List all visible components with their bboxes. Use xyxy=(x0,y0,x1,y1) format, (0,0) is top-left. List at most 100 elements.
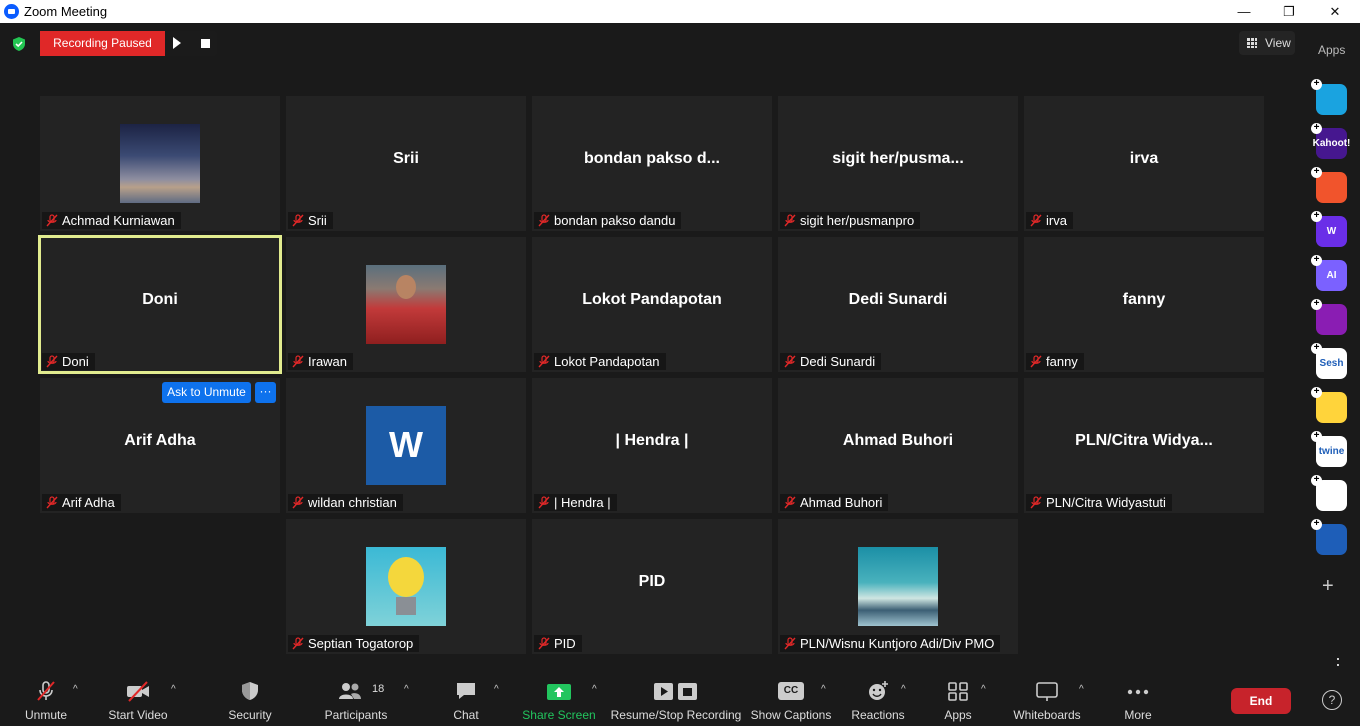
participant-tile[interactable]: Irawan xyxy=(286,237,526,372)
add-app-plus-icon: + xyxy=(1311,211,1322,222)
participant-tile[interactable]: irva irva xyxy=(1024,96,1264,231)
unmute-button[interactable]: Unmute xyxy=(16,670,76,726)
participant-tile[interactable]: Lokot Pandapotan Lokot Pandapotan xyxy=(532,237,772,372)
app-icon-text: Kahoot! xyxy=(1312,138,1351,149)
stop-recording-icon[interactable] xyxy=(201,39,210,48)
participant-display-name: | Hendra | xyxy=(615,432,689,449)
whiteboards-options-caret-icon[interactable]: ^ xyxy=(1079,684,1084,695)
ai-app-icon[interactable]: + AI xyxy=(1311,255,1347,291)
apps-options-caret-icon[interactable]: ^ xyxy=(981,684,986,695)
participant-avatar xyxy=(120,124,200,203)
app-icon-text: twine xyxy=(1318,446,1345,457)
participant-tile[interactable]: Achmad Kurniawan xyxy=(40,96,280,231)
more-label: More xyxy=(1124,708,1152,722)
share-screen-label: Share Screen xyxy=(522,708,596,722)
participant-name-label: PLN/Citra Widyastuti xyxy=(1026,494,1172,511)
maximize-button[interactable]: ❐ xyxy=(1266,0,1312,23)
participant-name-label: Arif Adha xyxy=(42,494,121,511)
participant-tile[interactable]: PLN/Citra Widya... PLN/Citra Widyastuti xyxy=(1024,378,1264,513)
apps-button[interactable]: Apps xyxy=(936,670,980,726)
end-meeting-button[interactable]: End xyxy=(1231,688,1291,714)
kahoot-app-icon[interactable]: + Kahoot! xyxy=(1311,123,1350,159)
whiteboards-button[interactable]: Whiteboards xyxy=(1008,670,1086,726)
muted-mic-icon xyxy=(784,355,796,368)
participant-tile[interactable]: PID PID xyxy=(532,519,772,654)
participant-tile[interactable]: bondan pakso d... bondan pakso dandu xyxy=(532,96,772,231)
security-label: Security xyxy=(228,708,272,722)
participant-tile[interactable]: Septian Togatorop xyxy=(286,519,526,654)
muted-mic-icon xyxy=(538,355,550,368)
resume-stop-recording-button[interactable]: Resume/Stop Recording xyxy=(610,670,742,726)
video-options-caret-icon[interactable]: ^ xyxy=(171,684,176,695)
muted-mic-icon xyxy=(292,355,304,368)
participant-display-name: bondan pakso d... xyxy=(583,150,720,167)
participant-tile[interactable]: Wwildan christian xyxy=(286,378,526,513)
participant-tile[interactable]: | Hendra | | Hendra | xyxy=(532,378,772,513)
sesh-app-icon[interactable]: + Sesh xyxy=(1311,343,1347,379)
participant-avatar: W xyxy=(366,406,446,485)
app-icon-tiles[interactable]: + xyxy=(1311,475,1347,511)
participant-tile[interactable]: Ahmad Buhori Ahmad Buhori xyxy=(778,378,1018,513)
participants-button[interactable]: 18 Participants xyxy=(322,670,390,726)
participant-tile[interactable]: Doni Doni xyxy=(38,235,282,374)
tile-more-button[interactable]: ··· xyxy=(255,382,276,403)
participants-options-caret-icon[interactable]: ^ xyxy=(404,684,409,695)
whiteboard-icon xyxy=(1036,682,1058,701)
app-icon-orange[interactable]: + xyxy=(1311,167,1347,203)
ask-to-unmute-button[interactable]: Ask to Unmute xyxy=(162,382,251,403)
participant-tile[interactable]: Srii Srii xyxy=(286,96,526,231)
share-options-caret-icon[interactable]: ^ xyxy=(592,684,597,695)
add-app-plus-icon: + xyxy=(1311,343,1322,354)
help-icon[interactable]: ? xyxy=(1322,690,1342,710)
muted-mic-icon xyxy=(46,496,58,509)
participant-tile[interactable]: fanny fanny xyxy=(1024,237,1264,372)
participant-tile[interactable]: sigit her/pusma... sigit her/pusmanpro xyxy=(778,96,1018,231)
muted-mic-icon xyxy=(1030,496,1042,509)
muted-mic-icon xyxy=(538,637,550,650)
show-captions-button[interactable]: CC Show Captions xyxy=(750,670,832,726)
resume-recording-icon[interactable] xyxy=(173,37,181,49)
participants-label: Participants xyxy=(324,708,388,722)
participant-tile[interactable]: PLN/Wisnu Kuntjoro Adi/Div PMO xyxy=(778,519,1018,654)
security-button[interactable]: Security xyxy=(222,670,278,726)
reactions-label: Reactions xyxy=(851,708,905,722)
app-icon-purple[interactable]: + xyxy=(1311,299,1347,335)
participant-name-label: Ahmad Buhori xyxy=(780,494,889,511)
participant-name-label: Achmad Kurniawan xyxy=(42,212,181,229)
muted-mic-icon xyxy=(538,496,550,509)
minimize-button[interactable]: — xyxy=(1221,0,1267,23)
security-shield-icon xyxy=(242,682,258,700)
twine-app-icon[interactable]: + twine xyxy=(1311,431,1347,467)
sync-app-icon[interactable]: + xyxy=(1311,519,1347,555)
captions-options-caret-icon[interactable]: ^ xyxy=(821,684,826,695)
close-button[interactable]: ✕ xyxy=(1312,0,1358,23)
chat-options-caret-icon[interactable]: ^ xyxy=(494,684,499,695)
start-video-button[interactable]: Start Video xyxy=(104,670,172,726)
muted-mic-icon xyxy=(46,214,58,227)
audio-options-caret-icon[interactable]: ^ xyxy=(73,684,78,695)
emoji-app-icon[interactable]: + xyxy=(1311,387,1347,423)
participants-icon xyxy=(339,683,361,699)
pitch-app-icon[interactable]: + xyxy=(1311,79,1347,115)
whiteboards-label: Whiteboards xyxy=(1013,708,1081,722)
share-screen-button[interactable]: Share Screen xyxy=(520,670,598,726)
participant-name-label: PLN/Wisnu Kuntjoro Adi/Div PMO xyxy=(780,635,1001,652)
recording-status-label[interactable]: Recording Paused xyxy=(40,31,165,56)
reactions-button[interactable]: Reactions xyxy=(850,670,906,726)
muted-mic-icon xyxy=(1030,355,1042,368)
add-app-plus-icon: + xyxy=(1311,475,1322,486)
muted-mic-icon xyxy=(538,214,550,227)
reactions-options-caret-icon[interactable]: ^ xyxy=(901,684,906,695)
encryption-shield-icon[interactable] xyxy=(11,36,27,52)
participant-tile[interactable]: Dedi Sunardi Dedi Sunardi xyxy=(778,237,1018,372)
more-button[interactable]: More xyxy=(1116,670,1160,726)
muted-mic-icon xyxy=(784,496,796,509)
participant-display-name: sigit her/pusma... xyxy=(832,150,964,167)
participant-name: Doni xyxy=(62,354,89,369)
participant-name: Achmad Kurniawan xyxy=(62,213,175,228)
view-button[interactable]: View xyxy=(1239,31,1295,55)
add-app-button[interactable]: + xyxy=(1322,575,1334,598)
wooclap-app-icon[interactable]: + W xyxy=(1311,211,1347,247)
chat-button[interactable]: Chat xyxy=(446,670,486,726)
add-app-plus-icon: + xyxy=(1311,387,1322,398)
